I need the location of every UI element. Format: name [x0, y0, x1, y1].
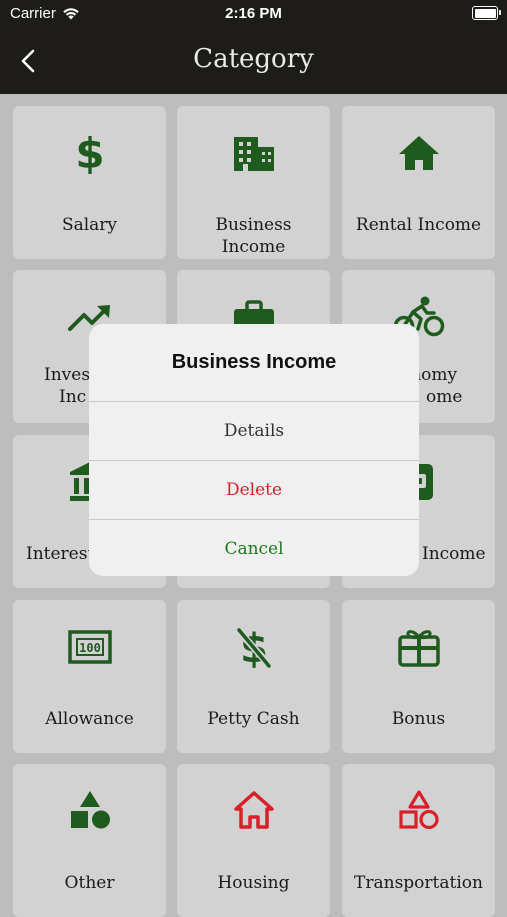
cancel-button[interactable]: Cancel — [89, 520, 419, 576]
action-sheet-dialog: Business Income Details Delete Cancel — [89, 324, 419, 576]
dialog-title: Business Income — [89, 324, 419, 402]
delete-button[interactable]: Delete — [89, 461, 419, 520]
details-button[interactable]: Details — [89, 402, 419, 461]
